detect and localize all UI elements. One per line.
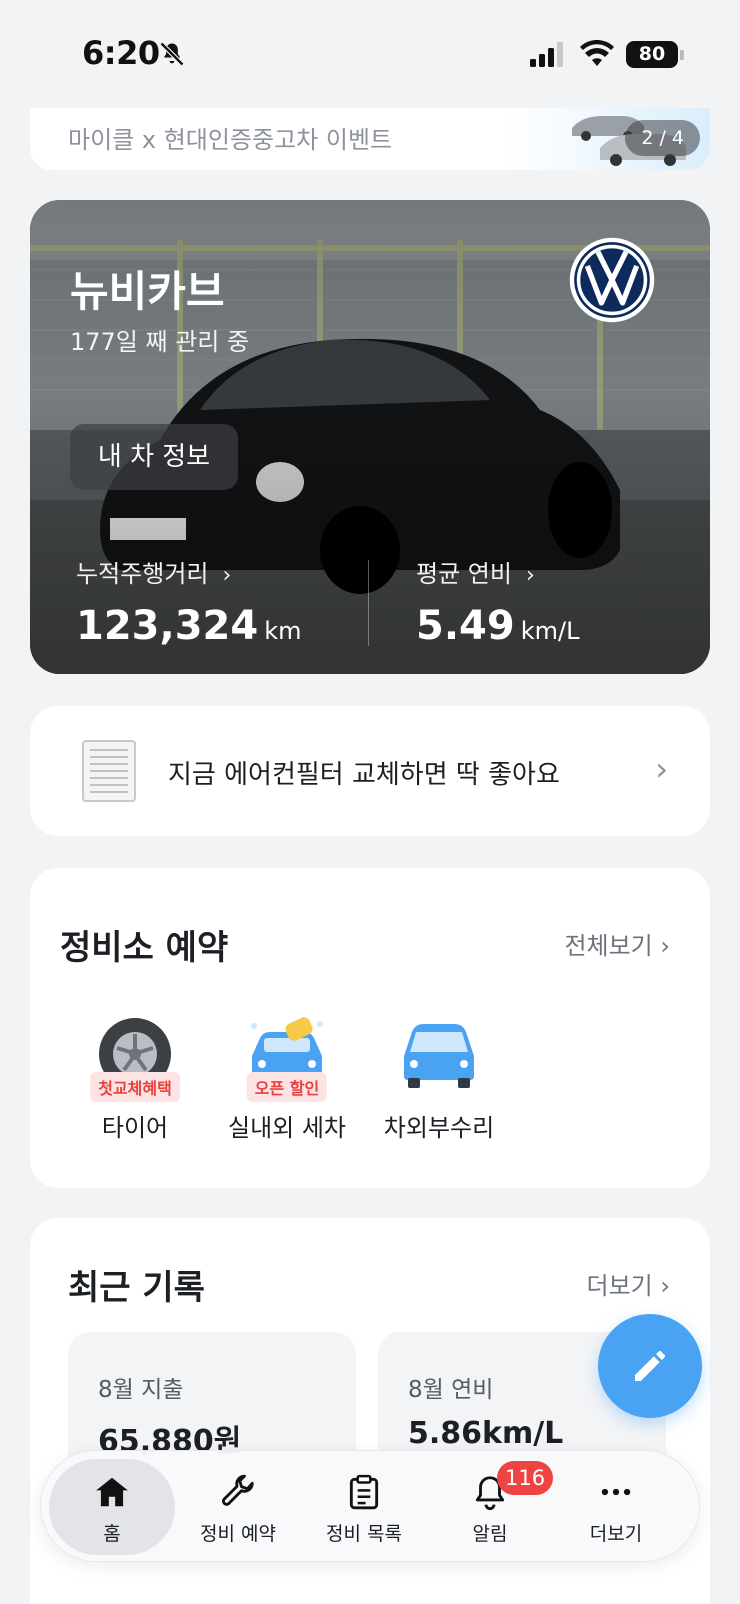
- tab-home[interactable]: 홈: [49, 1459, 175, 1555]
- tab-label: 정비 목록: [326, 1523, 402, 1545]
- stats-divider: [368, 560, 369, 646]
- mileage-stat[interactable]: 누적주행거리 › 123,324 km: [76, 554, 301, 649]
- more-link[interactable]: 더보기 ›: [587, 1266, 670, 1301]
- tip-text: 지금 에어컨필터 교체하면 딱 좋아요: [168, 760, 560, 790]
- service-label: 타이어: [101, 1114, 169, 1142]
- service-tire[interactable]: 첫교체혜택 타이어: [60, 1016, 210, 1143]
- mileage-value: 123,324: [76, 603, 259, 649]
- bottom-tab-bar: 홈 정비 예약 정비 목록 알림 116 더보기: [40, 1450, 700, 1562]
- tab-label: 더보기: [589, 1523, 643, 1545]
- car-nickname: 뉴비카브: [70, 267, 225, 316]
- cellular-signal-icon: [530, 42, 563, 67]
- tab-notifications[interactable]: 알림 116: [427, 1459, 554, 1555]
- more-icon: [601, 1488, 631, 1496]
- section-title: 정비소 예약: [60, 928, 229, 968]
- status-time: 6:20: [82, 34, 160, 72]
- chevron-right-icon: ›: [525, 563, 535, 588]
- write-record-button[interactable]: [598, 1314, 702, 1418]
- tab-label: 알림: [472, 1523, 508, 1545]
- tab-label: 정비 예약: [200, 1523, 276, 1545]
- tab-more[interactable]: 더보기: [553, 1459, 679, 1555]
- pencil-icon: [635, 1351, 665, 1381]
- my-car-card[interactable]: 뉴비카브 177일 째 관리 중 내 차 정보 누적주행거리 › 123,324 k…: [30, 200, 710, 674]
- status-bar: 6:20 80: [0, 0, 740, 108]
- wifi-icon: [580, 40, 614, 66]
- tab-reservation[interactable]: 정비 예약: [175, 1459, 301, 1555]
- record-label: 8월 지출: [98, 1377, 184, 1403]
- volkswagen-logo-icon: [569, 237, 655, 323]
- efficiency-value: 5.49: [416, 603, 515, 649]
- bell-off-icon: [159, 41, 185, 67]
- event-banner[interactable]: 마이클 x 현대인증중고차 이벤트 2 / 4: [30, 108, 710, 170]
- tab-label: 홈: [103, 1523, 121, 1545]
- mileage-label: 누적주행거리: [76, 560, 209, 588]
- notification-count-badge: 116: [497, 1461, 554, 1495]
- car-days-managed: 177일 째 관리 중: [70, 328, 250, 356]
- home-icon: [96, 1477, 128, 1507]
- efficiency-unit: km/L: [520, 617, 580, 645]
- air-filter-icon: [82, 740, 136, 802]
- mileage-unit: km: [264, 617, 302, 645]
- shop-reservation-section: 정비소 예약 전체보기 › 첫교체혜택 타이어 오픈 할인 실내외 세차 차외부…: [30, 868, 710, 1188]
- record-value: 5.86km/L: [408, 1416, 564, 1451]
- service-car-wash[interactable]: 오픈 할인 실내외 세차: [212, 1016, 362, 1143]
- service-badge: 오픈 할인: [246, 1072, 328, 1102]
- service-body-repair[interactable]: 차외부수리: [364, 1016, 514, 1143]
- battery-indicator: 80: [626, 41, 684, 68]
- banner-text: 마이클 x 현대인증중고차 이벤트: [68, 126, 393, 154]
- record-label: 8월 연비: [408, 1377, 494, 1403]
- efficiency-stat[interactable]: 평균 연비 › 5.49 km/L: [416, 554, 579, 649]
- clipboard-icon: [349, 1474, 379, 1510]
- banner-pager: 2 / 4: [625, 120, 700, 156]
- car-body-icon: [404, 1024, 474, 1088]
- my-car-info-button[interactable]: 내 차 정보: [70, 424, 238, 490]
- see-all-link[interactable]: 전체보기 ›: [564, 926, 670, 961]
- maintenance-tip-card[interactable]: 지금 에어컨필터 교체하면 딱 좋아요 ›: [30, 706, 710, 836]
- chevron-right-icon: ›: [222, 563, 232, 588]
- service-badge: 첫교체혜택: [90, 1072, 180, 1102]
- service-label: 실내외 세차: [227, 1114, 347, 1142]
- tab-maintenance-list[interactable]: 정비 목록: [301, 1459, 427, 1555]
- section-title: 최근 기록: [68, 1268, 205, 1308]
- efficiency-label: 평균 연비: [416, 560, 512, 588]
- service-label: 차외부수리: [383, 1114, 495, 1142]
- chevron-right-icon: ›: [655, 750, 668, 788]
- wrench-icon: [222, 1474, 254, 1506]
